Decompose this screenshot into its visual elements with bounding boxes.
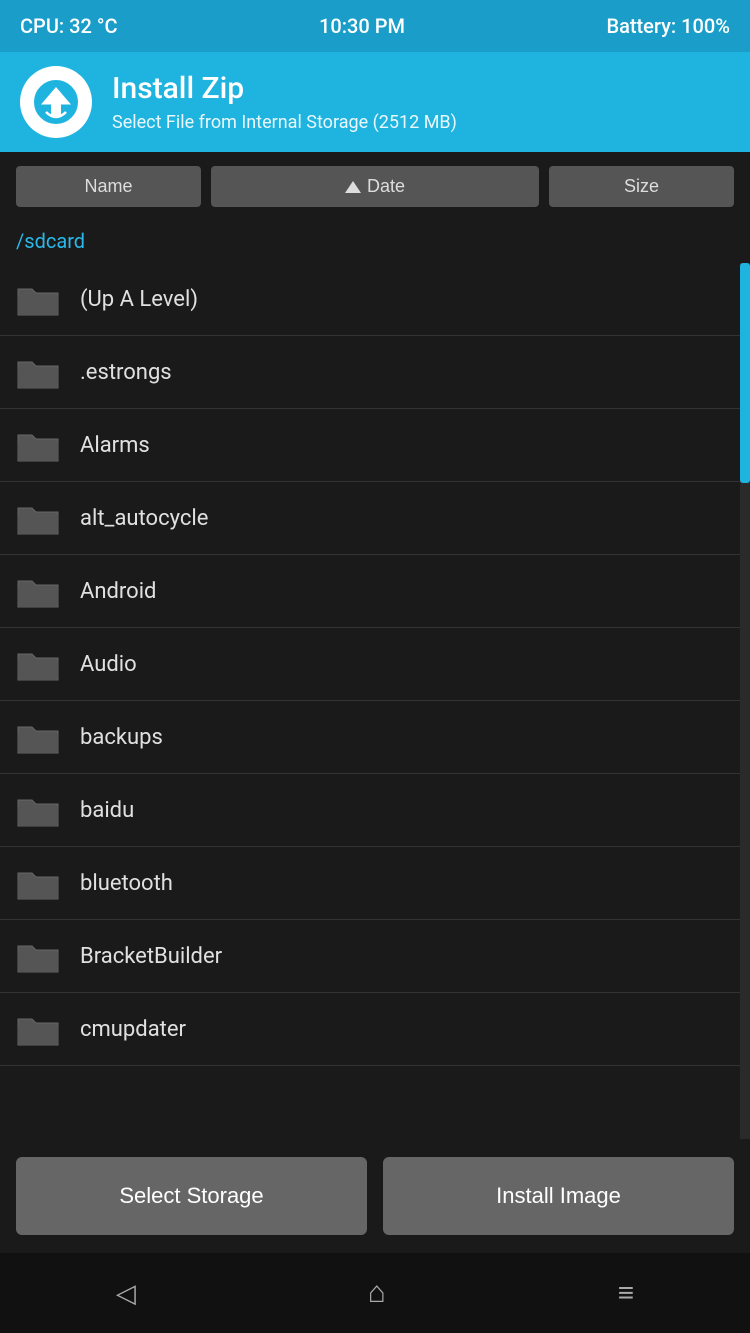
file-name: backups	[80, 725, 163, 750]
file-name: Audio	[80, 652, 137, 677]
path-bar: /sdcard	[0, 221, 750, 263]
home-icon: ⌂	[368, 1276, 386, 1310]
folder-icon	[16, 354, 60, 390]
menu-icon: ≡	[618, 1277, 634, 1309]
file-name: .estrongs	[80, 360, 172, 385]
list-item[interactable]: .estrongs	[0, 336, 740, 409]
folder-icon	[16, 719, 60, 755]
list-item[interactable]: Audio	[0, 628, 740, 701]
header-text: Install Zip Select File from Internal St…	[112, 71, 457, 133]
file-list-container: (Up A Level) .estrongs Alarms alt_autocy…	[0, 263, 750, 1139]
file-name: bluetooth	[80, 871, 173, 896]
sort-date-label: Date	[367, 176, 405, 197]
folder-icon	[16, 500, 60, 536]
file-name: (Up A Level)	[80, 287, 198, 312]
folder-icon	[16, 646, 60, 682]
home-button[interactable]: ⌂	[338, 1266, 416, 1320]
bottom-buttons: Select Storage Install Image	[0, 1139, 750, 1253]
install-zip-icon	[31, 77, 81, 127]
back-button[interactable]: ◁	[86, 1268, 166, 1319]
nav-bar: ◁ ⌂ ≡	[0, 1253, 750, 1333]
list-item[interactable]: cmupdater	[0, 993, 740, 1066]
scrollbar[interactable]	[740, 263, 750, 1139]
folder-icon	[16, 938, 60, 974]
battery-status: Battery: 100%	[606, 14, 730, 38]
file-name: Android	[80, 579, 156, 604]
folder-icon	[16, 865, 60, 901]
cpu-status: CPU: 32 °C	[20, 14, 118, 38]
folder-icon	[16, 1011, 60, 1047]
file-name: BracketBuilder	[80, 944, 222, 969]
list-item[interactable]: bluetooth	[0, 847, 740, 920]
list-item[interactable]: alt_autocycle	[0, 482, 740, 555]
list-item[interactable]: BracketBuilder	[0, 920, 740, 993]
list-item[interactable]: backups	[0, 701, 740, 774]
sort-name-button[interactable]: Name	[16, 166, 201, 207]
sort-triangle-icon	[345, 181, 361, 193]
folder-icon	[16, 792, 60, 828]
app-icon	[20, 66, 92, 138]
file-name: cmupdater	[80, 1017, 186, 1042]
folder-icon	[16, 573, 60, 609]
folder-icon	[16, 427, 60, 463]
time-status: 10:30 PM	[319, 14, 405, 38]
file-name: baidu	[80, 798, 134, 823]
install-image-button[interactable]: Install Image	[383, 1157, 734, 1235]
folder-icon	[16, 281, 60, 317]
file-name: Alarms	[80, 433, 150, 458]
menu-button[interactable]: ≡	[588, 1267, 664, 1319]
header: Install Zip Select File from Internal St…	[0, 52, 750, 152]
file-name: alt_autocycle	[80, 506, 208, 531]
select-storage-button[interactable]: Select Storage	[16, 1157, 367, 1235]
sort-bar: Name Date Size	[0, 152, 750, 221]
status-bar: CPU: 32 °C 10:30 PM Battery: 100%	[0, 0, 750, 52]
sort-size-button[interactable]: Size	[549, 166, 734, 207]
back-icon: ◁	[116, 1278, 136, 1309]
list-item[interactable]: Android	[0, 555, 740, 628]
header-title: Install Zip	[112, 71, 457, 106]
list-item[interactable]: Alarms	[0, 409, 740, 482]
scrollbar-thumb[interactable]	[740, 263, 750, 483]
sort-size-label: Size	[624, 176, 659, 197]
current-path: /sdcard	[16, 229, 85, 253]
list-item[interactable]: (Up A Level)	[0, 263, 740, 336]
sort-date-button[interactable]: Date	[211, 166, 539, 207]
header-subtitle: Select File from Internal Storage (2512 …	[112, 112, 457, 133]
sort-name-label: Name	[84, 176, 132, 197]
file-list: (Up A Level) .estrongs Alarms alt_autocy…	[0, 263, 740, 1139]
list-item[interactable]: baidu	[0, 774, 740, 847]
